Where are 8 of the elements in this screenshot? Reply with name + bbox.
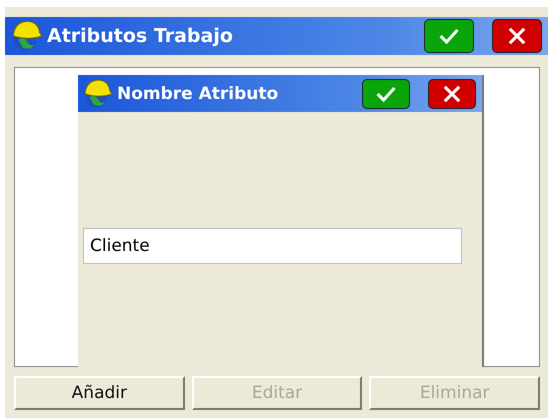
window-title: Atributos Trabajo: [47, 25, 233, 47]
close-button[interactable]: [428, 78, 476, 108]
dialog-title: Nombre Atributo: [117, 84, 278, 104]
ok-button[interactable]: [362, 78, 410, 108]
ok-button[interactable]: [424, 19, 474, 53]
name-field[interactable]: Cliente: [83, 228, 462, 264]
action-button[interactable]: Añadir: [14, 376, 185, 410]
close-button[interactable]: [492, 19, 542, 53]
